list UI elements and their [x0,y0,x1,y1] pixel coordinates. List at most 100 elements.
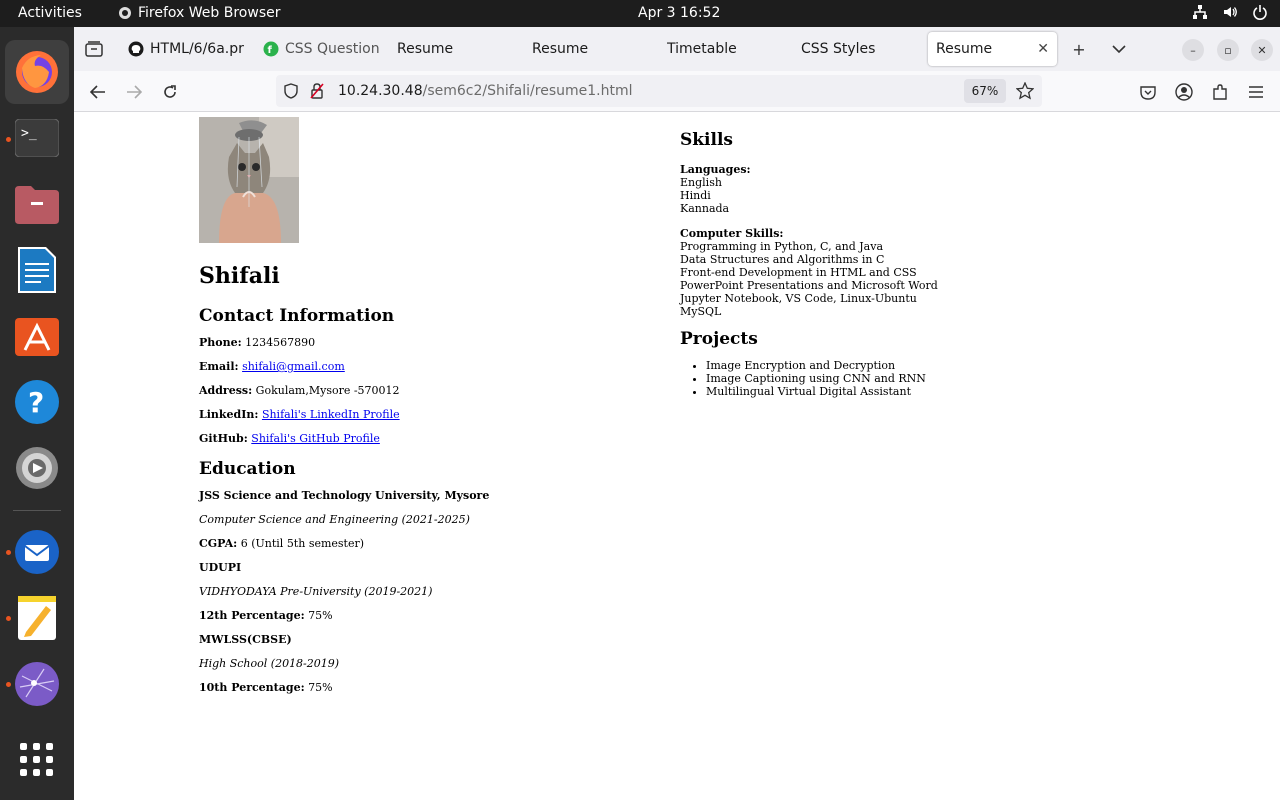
github-link[interactable]: Shifali's GitHub Profile [251,432,380,445]
minimize-button[interactable]: – [1182,39,1204,61]
dock-text-editor[interactable] [5,586,69,650]
language-item: Kannada [680,202,730,215]
dock-software[interactable] [5,304,69,368]
svg-text:>_: >_ [21,126,37,141]
course-name: High School (2018-2019) [199,657,340,670]
volume-icon[interactable] [1222,4,1238,20]
tab-css-question[interactable]: f CSS Question [263,32,385,66]
account-button[interactable] [1173,81,1195,103]
forward-button[interactable] [123,81,145,103]
contact-heading: Contact Information [199,306,395,326]
education-school: MWLSS(CBSE) [199,633,659,647]
education-score: 12th Percentage: 75% [199,609,659,623]
system-tray[interactable] [1192,4,1268,20]
computer-skills-label: Computer Skills: [680,227,784,240]
globe-network-icon [15,662,59,706]
score-value: 6 (Until 5th semester) [240,537,365,550]
education-course: Computer Science and Engineering (2021-2… [199,513,659,527]
address-bar[interactable]: 10.24.30.48/sem6c2/Shifali/resume1.html … [276,75,1042,107]
close-window-button[interactable]: ✕ [1251,39,1273,61]
tab-timetable[interactable]: Timetable [667,32,767,66]
dock-thunderbird[interactable] [5,520,69,584]
linkedin-link[interactable]: Shifali's LinkedIn Profile [262,408,400,421]
url-text[interactable]: 10.24.30.48/sem6c2/Shifali/resume1.html [338,83,632,99]
dock-firefox[interactable] [5,40,69,104]
app-menu[interactable]: Firefox Web Browser [118,5,281,21]
dock-terminal[interactable]: >_ [5,106,69,170]
folder-icon [15,186,59,224]
dock-network-app[interactable] [5,652,69,716]
zoom-reset-button[interactable]: 67% [964,79,1006,103]
projects-list: Image Encryption and Decryption Image Ca… [680,359,1100,398]
app-center-icon [15,318,59,356]
maximize-button[interactable]: ▫ [1217,39,1239,61]
tracking-protection-icon[interactable] [284,83,298,103]
education-course: VIDHYODAYA Pre-University (2019-2021) [199,585,659,599]
skill-item: Jupyter Notebook, VS Code, Linux-Ubuntu [680,292,917,305]
education-course: High School (2018-2019) [199,657,659,671]
tab-label: Resume [936,41,993,57]
person-name: Shifali [199,263,280,289]
web-page: Shifali Contact Information Phone: 12345… [74,112,1280,800]
tab-resume-1[interactable]: Resume [397,32,497,66]
tab-resume-active[interactable]: Resume ✕ [928,32,1057,66]
education-score: CGPA: 6 (Until 5th semester) [199,537,659,551]
back-button[interactable] [87,81,109,103]
tab-github[interactable]: HTML/6/6a.pr [128,32,248,66]
email-line: Email: shifali@gmail.com [199,360,659,374]
address-line: Address: Gokulam,Mysore -570012 [199,384,659,398]
new-tab-button[interactable]: + [1069,39,1089,59]
arrow-right-icon [127,85,142,99]
thunderbird-icon [15,530,59,574]
tab-label: CSS Question [285,41,380,57]
phone-value: 1234567890 [245,336,316,349]
app-name-label: Firefox Web Browser [138,5,281,21]
project-item: Image Encryption and Decryption [706,359,1100,372]
school-name: MWLSS(CBSE) [199,633,292,646]
dock-settings[interactable] [5,436,69,500]
skill-item: Front-end Development in HTML and CSS [680,266,917,279]
education-score: 10th Percentage: 75% [199,681,659,695]
hamburger-menu-icon [1249,86,1263,98]
school-name: JSS Science and Technology University, M… [199,489,490,502]
pocket-button[interactable] [1137,81,1159,103]
firefox-small-icon [119,7,131,19]
minimize-icon: – [1190,43,1196,57]
firefox-view-icon [85,41,103,57]
pocket-icon [1140,86,1156,100]
url-path: /sem6c2/Shifali/resume1.html [422,83,633,99]
tab-resume-2[interactable]: Resume [532,32,632,66]
network-icon[interactable] [1192,4,1208,20]
course-name: VIDHYODAYA Pre-University (2019-2021) [199,585,433,598]
terminal-icon: >_ [15,119,59,157]
phone-line: Phone: 1234567890 [199,336,659,350]
dock-writer[interactable] [5,238,69,302]
reload-button[interactable] [159,81,181,103]
system-top-bar: Activities Firefox Web Browser Apr 3 16:… [0,0,1280,27]
settings-gear-icon [16,447,58,489]
email-link[interactable]: shifali@gmail.com [242,360,345,373]
clock[interactable]: Apr 3 16:52 [638,5,720,21]
profile-photo [199,117,299,243]
bookmark-star-icon[interactable] [1015,81,1035,104]
text-editor-icon [18,596,56,640]
linkedin-line: LinkedIn: Shifali's LinkedIn Profile [199,408,659,422]
svg-text:f: f [268,45,273,56]
insecure-lock-icon[interactable] [310,83,324,103]
tab-close-icon[interactable]: ✕ [1037,41,1049,57]
app-menu-button[interactable] [1245,81,1267,103]
dock-help[interactable]: ? [5,370,69,434]
activities-button[interactable]: Activities [18,5,82,21]
firefox-view-button[interactable] [84,39,104,59]
chevron-down-icon [1112,45,1126,54]
list-all-tabs-button[interactable] [1109,39,1129,59]
tab-label: HTML/6/6a.pr [150,41,244,57]
score-value: 75% [308,609,333,622]
power-icon[interactable] [1252,4,1268,20]
dock-files[interactable] [5,172,69,236]
dock-show-apps[interactable] [5,728,69,792]
extensions-button[interactable] [1209,81,1231,103]
language-item: Hindi [680,189,711,202]
dock-separator [13,510,61,511]
tab-css-styles[interactable]: CSS Styles [801,32,911,66]
